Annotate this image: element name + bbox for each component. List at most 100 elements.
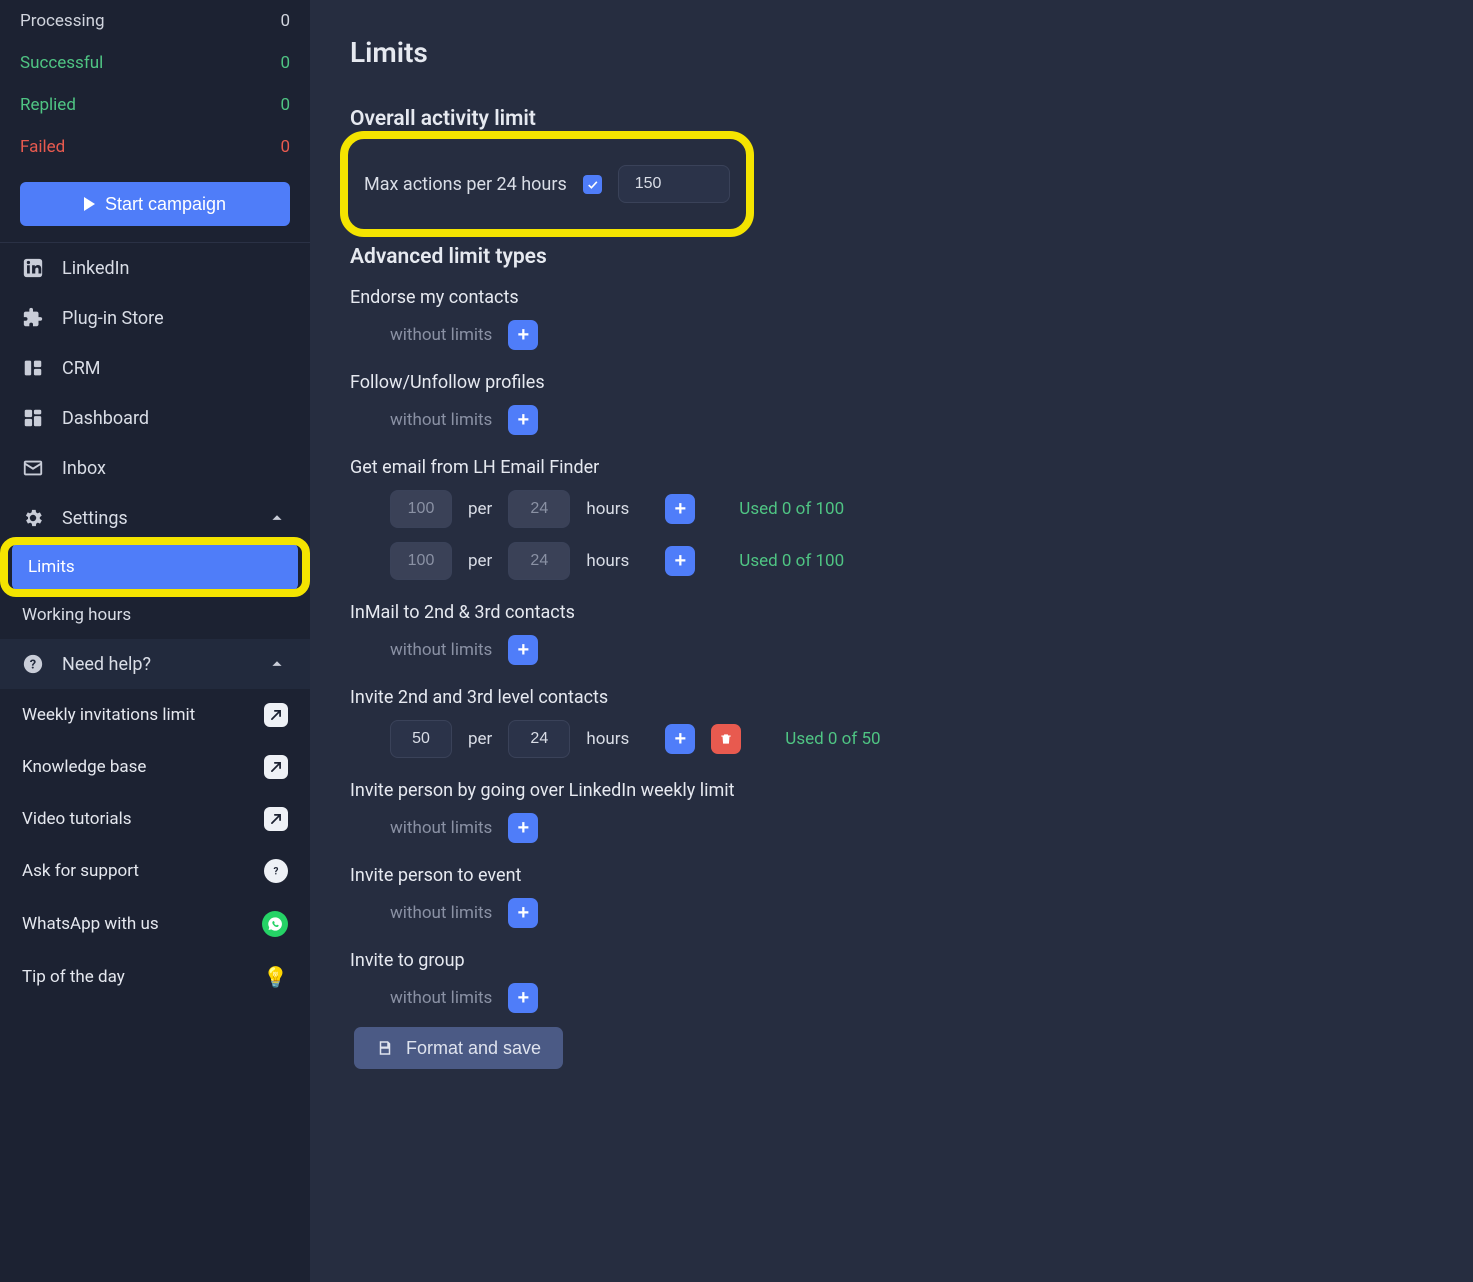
add-limit-button[interactable]: + xyxy=(665,724,695,754)
limit-count-input[interactable] xyxy=(390,720,452,758)
help-tip[interactable]: Tip of the day 💡 xyxy=(0,951,310,1003)
stat-value: 0 xyxy=(280,11,290,31)
stat-label: Successful xyxy=(20,53,103,73)
nav-limits-wrapper: Limits xyxy=(6,543,304,591)
nav-label: Settings xyxy=(62,508,248,529)
nav-label: Working hours xyxy=(22,605,131,625)
add-limit-button[interactable]: + xyxy=(508,898,538,928)
dashboard-icon xyxy=(22,407,44,429)
without-limits-text: without limits xyxy=(390,325,492,345)
nav-linkedin[interactable]: LinkedIn xyxy=(0,243,310,293)
limit-title: Follow/Unfollow profiles xyxy=(350,372,1433,393)
main-content: Limits Overall activity limit Max action… xyxy=(310,0,1473,1282)
nav-section: LinkedIn Plug-in Store CRM Dashboard xyxy=(0,242,310,639)
limit-invite-23: Invite 2nd and 3rd level contacts per ho… xyxy=(350,687,1433,758)
help-label: Ask for support xyxy=(22,861,139,881)
overall-limit-row: Max actions per 24 hours xyxy=(350,149,744,219)
per-label: per xyxy=(468,551,492,571)
limit-period-input[interactable] xyxy=(508,720,570,758)
svg-text:?: ? xyxy=(274,867,279,878)
hours-label: hours xyxy=(586,729,629,749)
delete-limit-button[interactable] xyxy=(711,724,741,754)
save-label: Format and save xyxy=(406,1038,541,1059)
nav-dashboard[interactable]: Dashboard xyxy=(0,393,310,443)
nav-crm[interactable]: CRM xyxy=(0,343,310,393)
page-title: Limits xyxy=(350,36,1433,69)
limit-count-input xyxy=(390,542,452,580)
nav-need-help[interactable]: ? Need help? xyxy=(0,639,310,689)
start-campaign-button[interactable]: Start campaign xyxy=(20,182,290,226)
help-icon: ? xyxy=(22,653,44,675)
limit-title: Invite person by going over LinkedIn wee… xyxy=(350,780,1433,801)
external-link-icon xyxy=(264,755,288,779)
stat-successful: Successful 0 xyxy=(20,42,290,84)
trash-icon xyxy=(719,732,733,746)
external-link-icon xyxy=(264,807,288,831)
help-label: Knowledge base xyxy=(22,757,146,777)
question-icon: ? xyxy=(264,859,288,883)
limit-follow: Follow/Unfollow profiles without limits … xyxy=(350,372,1433,435)
limit-endorse: Endorse my contacts without limits + xyxy=(350,287,1433,350)
without-limits-text: without limits xyxy=(390,640,492,660)
nav-plugin-store[interactable]: Plug-in Store xyxy=(0,293,310,343)
limit-invite-over-weekly: Invite person by going over LinkedIn wee… xyxy=(350,780,1433,843)
puzzle-icon xyxy=(22,307,44,329)
help-label: Weekly invitations limit xyxy=(22,705,195,725)
limit-invite-group: Invite to group without limits + xyxy=(350,950,1433,1013)
nav-inbox[interactable]: Inbox xyxy=(0,443,310,493)
nav-limits[interactable]: Limits xyxy=(12,543,298,591)
used-text: Used 0 of 100 xyxy=(739,551,844,571)
nav-settings[interactable]: Settings xyxy=(0,493,310,543)
limit-email-finder: Get email from LH Email Finder per hours… xyxy=(350,457,1433,580)
add-limit-button[interactable]: + xyxy=(508,983,538,1013)
check-icon xyxy=(586,178,599,191)
external-link-icon xyxy=(264,703,288,727)
without-limits-text: without limits xyxy=(390,903,492,923)
nav-label: Need help? xyxy=(62,654,248,675)
limit-title: Endorse my contacts xyxy=(350,287,1433,308)
overall-activity-heading: Overall activity limit xyxy=(350,107,1433,131)
nav-label: Plug-in Store xyxy=(62,308,288,329)
add-limit-button[interactable]: + xyxy=(665,494,695,524)
add-limit-button[interactable]: + xyxy=(508,405,538,435)
overall-limit-input[interactable] xyxy=(618,165,730,203)
svg-text:?: ? xyxy=(30,658,36,673)
help-knowledge-base[interactable]: Knowledge base xyxy=(0,741,310,793)
help-ask-support[interactable]: Ask for support ? xyxy=(0,845,310,897)
overall-limit-checkbox[interactable] xyxy=(583,175,602,194)
add-limit-button[interactable]: + xyxy=(508,635,538,665)
help-weekly-limit[interactable]: Weekly invitations limit xyxy=(0,689,310,741)
chevron-up-icon xyxy=(266,507,288,529)
add-limit-button[interactable]: + xyxy=(508,813,538,843)
nav-working-hours[interactable]: Working hours xyxy=(0,591,310,639)
help-label: Video tutorials xyxy=(22,809,132,829)
stat-label: Processing xyxy=(20,11,105,31)
per-label: per xyxy=(468,729,492,749)
stat-value: 0 xyxy=(280,137,290,157)
help-video-tutorials[interactable]: Video tutorials xyxy=(0,793,310,845)
hours-label: hours xyxy=(586,551,629,571)
limit-title: Invite to group xyxy=(350,950,1433,971)
limit-title: InMail to 2nd & 3rd contacts xyxy=(350,602,1433,623)
limit-title: Invite 2nd and 3rd level contacts xyxy=(350,687,1433,708)
stat-label: Failed xyxy=(20,137,65,157)
format-and-save-button[interactable]: Format and save xyxy=(354,1027,563,1069)
limit-title: Get email from LH Email Finder xyxy=(350,457,1433,478)
per-label: per xyxy=(468,499,492,519)
add-limit-button[interactable]: + xyxy=(508,320,538,350)
add-limit-button[interactable]: + xyxy=(665,546,695,576)
used-text: Used 0 of 50 xyxy=(785,729,880,749)
limit-inmail: InMail to 2nd & 3rd contacts without lim… xyxy=(350,602,1433,665)
hours-label: hours xyxy=(586,499,629,519)
help-label: WhatsApp with us xyxy=(22,914,159,934)
nav-label: Dashboard xyxy=(62,408,288,429)
nav-label: CRM xyxy=(62,358,288,379)
without-limits-text: without limits xyxy=(390,988,492,1008)
lightbulb-icon: 💡 xyxy=(263,965,288,989)
chevron-up-icon xyxy=(266,653,288,675)
nav-label: Inbox xyxy=(62,458,288,479)
stat-failed: Failed 0 xyxy=(20,126,290,168)
help-label: Tip of the day xyxy=(22,967,125,987)
help-whatsapp[interactable]: WhatsApp with us xyxy=(0,897,310,951)
advanced-heading: Advanced limit types xyxy=(350,245,1433,269)
